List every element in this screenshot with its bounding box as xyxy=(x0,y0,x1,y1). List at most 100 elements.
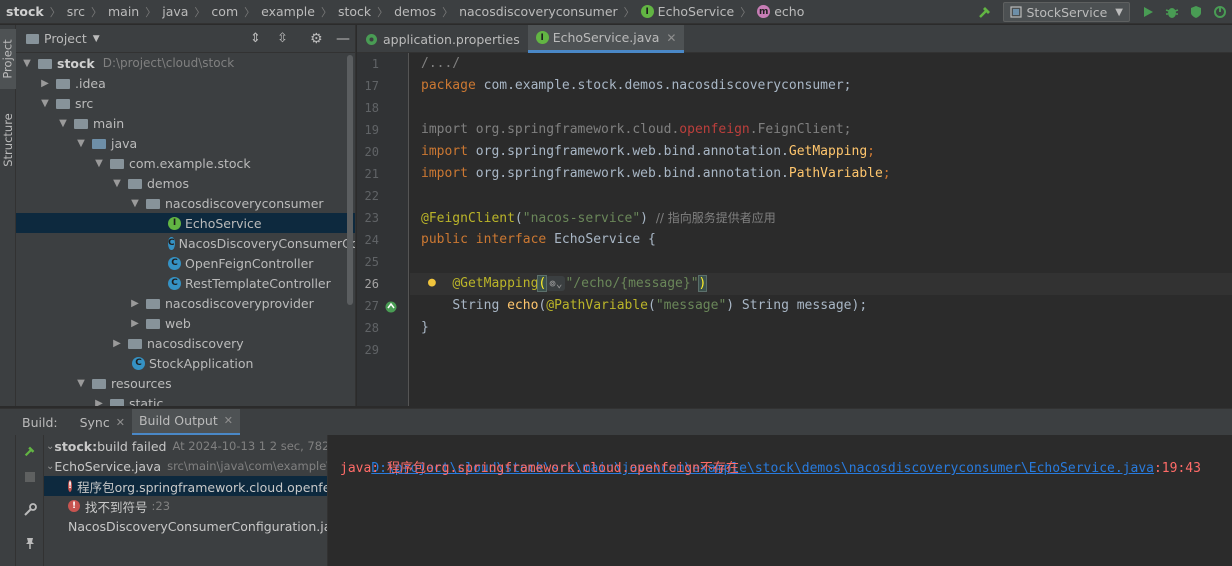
tree-item-stockapplication[interactable]: C StockApplication xyxy=(16,353,355,373)
tree-item-label: OpenFeignController xyxy=(185,255,314,271)
code-line: public interface EchoService { xyxy=(421,232,656,247)
tab-build-output[interactable]: Build Output ✕ xyxy=(131,408,240,436)
package-icon xyxy=(146,298,160,309)
close-icon[interactable]: ✕ xyxy=(116,416,125,429)
breadcrumb-echoservice[interactable]: EchoService xyxy=(658,4,735,19)
tree-item-java[interactable]: ▼ java xyxy=(16,133,355,153)
chevron-right-icon[interactable]: ▶ xyxy=(110,338,124,349)
lightbulb-icon[interactable]: ● xyxy=(428,275,436,290)
profile-icon[interactable] xyxy=(1208,0,1232,24)
chevron-right-icon[interactable]: ▶ xyxy=(38,78,52,89)
tree-item-openfeigncontroller[interactable]: C OpenFeignController xyxy=(16,253,355,273)
tree-item-nacosdiscoveryconsumer[interactable]: ▼ nacosdiscoveryconsumer xyxy=(16,193,355,213)
breadcrumb-stock-package[interactable]: stock xyxy=(338,4,371,19)
close-icon[interactable]: ✕ xyxy=(224,414,233,427)
debug-icon[interactable] xyxy=(1160,0,1184,24)
build-hammer-icon[interactable] xyxy=(973,0,997,24)
chevron-right-icon[interactable]: ▶ xyxy=(128,318,142,329)
project-view-title[interactable]: Project xyxy=(44,31,87,46)
tab-application-properties[interactable]: application.properties xyxy=(357,25,528,53)
breadcrumb-src[interactable]: src xyxy=(67,4,85,19)
coverage-icon[interactable] xyxy=(1184,0,1208,24)
chevron-down-icon[interactable]: ▼ xyxy=(38,98,52,109)
tree-item-static[interactable]: ▶ static xyxy=(16,393,355,407)
hide-icon[interactable]: — xyxy=(336,31,350,47)
chevron-down-icon[interactable]: ▼ xyxy=(74,138,88,149)
chevron-right-icon[interactable]: ▶ xyxy=(128,298,142,309)
tree-item-web[interactable]: ▶ web xyxy=(16,313,355,333)
implementation-marker-icon[interactable] xyxy=(384,300,398,314)
wrench-icon[interactable] xyxy=(18,498,42,522)
build-tree-error[interactable]: ! 程序包org.springframework.cloud.openfeign… xyxy=(44,476,327,496)
structure-tool-tab[interactable]: Structure xyxy=(0,105,16,175)
tree-item-label: java xyxy=(111,135,138,151)
breadcrumb-echo[interactable]: echo xyxy=(774,4,804,19)
code-line: import org.springframework.cloud.openfei… xyxy=(421,122,852,137)
run-icon[interactable] xyxy=(1136,0,1160,24)
inlay-hint[interactable]: ⊚⌄ xyxy=(546,276,566,291)
interface-icon: I xyxy=(168,216,181,230)
tree-item-main[interactable]: ▼ main xyxy=(16,113,355,133)
chevron-down-icon[interactable]: ▼ xyxy=(20,58,34,69)
breadcrumb-demos[interactable]: demos xyxy=(394,4,436,19)
run-configuration-select[interactable]: StockService ▼ xyxy=(1002,2,1130,22)
breadcrumb-java[interactable]: java xyxy=(162,4,188,19)
tree-item-com-example-stock[interactable]: ▼ com.example.stock xyxy=(16,153,355,173)
tab-echoservice-java[interactable]: I EchoService.java ✕ xyxy=(527,25,685,53)
build-tree: ⌄ stock: build failed At 2024-10-13 1 2 … xyxy=(44,435,328,566)
collapse-all-icon[interactable]: ⇳ xyxy=(277,31,288,46)
tree-item-idea[interactable]: ▶ .idea xyxy=(16,73,355,93)
code-line: package com.example.stock.demos.nacosdis… xyxy=(421,78,852,93)
build-output-console[interactable]: D:\project\cloud\stock\src\main\java\com… xyxy=(329,435,1232,566)
left-tool-stripe: Project Structure xyxy=(0,25,16,406)
build-tree-root[interactable]: ⌄ stock: build failed At 2024-10-13 1 2 … xyxy=(44,436,328,456)
project-tool-tab[interactable]: Project xyxy=(0,29,16,89)
tree-item-resources[interactable]: ▼ resources xyxy=(16,373,355,393)
output-line: D:\project\cloud\stock\src\main\java\com… xyxy=(340,436,1201,476)
chevron-down-icon[interactable]: ⌄ xyxy=(46,441,54,452)
chevron-down-icon[interactable]: ▼ xyxy=(92,158,106,169)
breadcrumb-stock[interactable]: stock xyxy=(6,4,44,19)
tree-item-stock[interactable]: ▼ stock D:\project\cloud\stock xyxy=(16,53,355,73)
tree-item-src[interactable]: ▼ src xyxy=(16,93,355,113)
build-timestamp: At 2024-10-13 1 2 sec, 782 ms xyxy=(172,439,328,453)
breadcrumb-example[interactable]: example xyxy=(261,4,315,19)
build-hammer-icon[interactable] xyxy=(18,439,42,463)
tree-item-nacosdiscoveryconsumerconfiguration[interactable]: C NacosDiscoveryConsumerConfiguration xyxy=(16,233,355,253)
breadcrumb-main[interactable]: main xyxy=(108,4,139,19)
close-icon[interactable]: ✕ xyxy=(666,31,676,45)
interface-icon: I xyxy=(535,31,549,44)
tree-item-resttemplatecontroller[interactable]: C RestTemplateController xyxy=(16,273,355,293)
stop-icon[interactable] xyxy=(18,465,42,489)
chevron-down-icon[interactable]: ▼ xyxy=(93,34,100,44)
pin-icon[interactable] xyxy=(18,531,42,555)
tree-item-nacosdiscovery[interactable]: ▶ nacosdiscovery xyxy=(16,333,355,353)
tree-item-echoservice[interactable]: I EchoService xyxy=(16,213,355,233)
breadcrumb-separator: 〉 xyxy=(244,5,256,19)
chevron-right-icon[interactable]: ▶ xyxy=(92,398,106,407)
build-tree-file[interactable]: NacosDiscoveryConsumerConfiguration.java xyxy=(44,516,327,536)
chevron-down-icon[interactable]: ⌄ xyxy=(46,461,54,472)
chevron-down-icon[interactable]: ▼ xyxy=(74,378,88,389)
chevron-down-icon[interactable]: ▼ xyxy=(110,178,124,189)
chevron-down-icon[interactable]: ▼ xyxy=(56,118,70,129)
chevron-down-icon[interactable]: ▼ xyxy=(128,198,142,209)
breadcrumb-com[interactable]: com xyxy=(211,4,238,19)
code-editor[interactable]: /.../ package com.example.stock.demos.na… xyxy=(410,53,1232,406)
tab-label: Build Output xyxy=(138,413,218,428)
tree-item-demos[interactable]: ▼ demos xyxy=(16,173,355,193)
gear-icon[interactable]: ⚙ xyxy=(310,31,323,47)
breadcrumb-nacosdiscoveryconsumer[interactable]: nacosdiscoveryconsumer xyxy=(459,4,618,19)
folder-icon xyxy=(56,98,70,109)
tab-sync[interactable]: Sync ✕ xyxy=(73,409,132,436)
breadcrumb-separator: 〉 xyxy=(145,5,157,19)
tab-label: Sync xyxy=(79,414,110,430)
class-icon: C xyxy=(168,256,181,270)
code-line-fold[interactable]: /.../ xyxy=(421,53,460,75)
build-tree-error[interactable]: ! 找不到符号 :23 xyxy=(44,496,327,516)
tab-label: application.properties xyxy=(383,31,520,47)
expand-all-icon[interactable]: ⇕ xyxy=(250,31,261,46)
tree-item-nacosdiscoveryprovider[interactable]: ▶ nacosdiscoveryprovider xyxy=(16,293,355,313)
project-scrollbar[interactable] xyxy=(347,55,353,305)
build-tree-file[interactable]: ⌄ EchoService.java src\main\java\com\exa… xyxy=(44,456,327,476)
